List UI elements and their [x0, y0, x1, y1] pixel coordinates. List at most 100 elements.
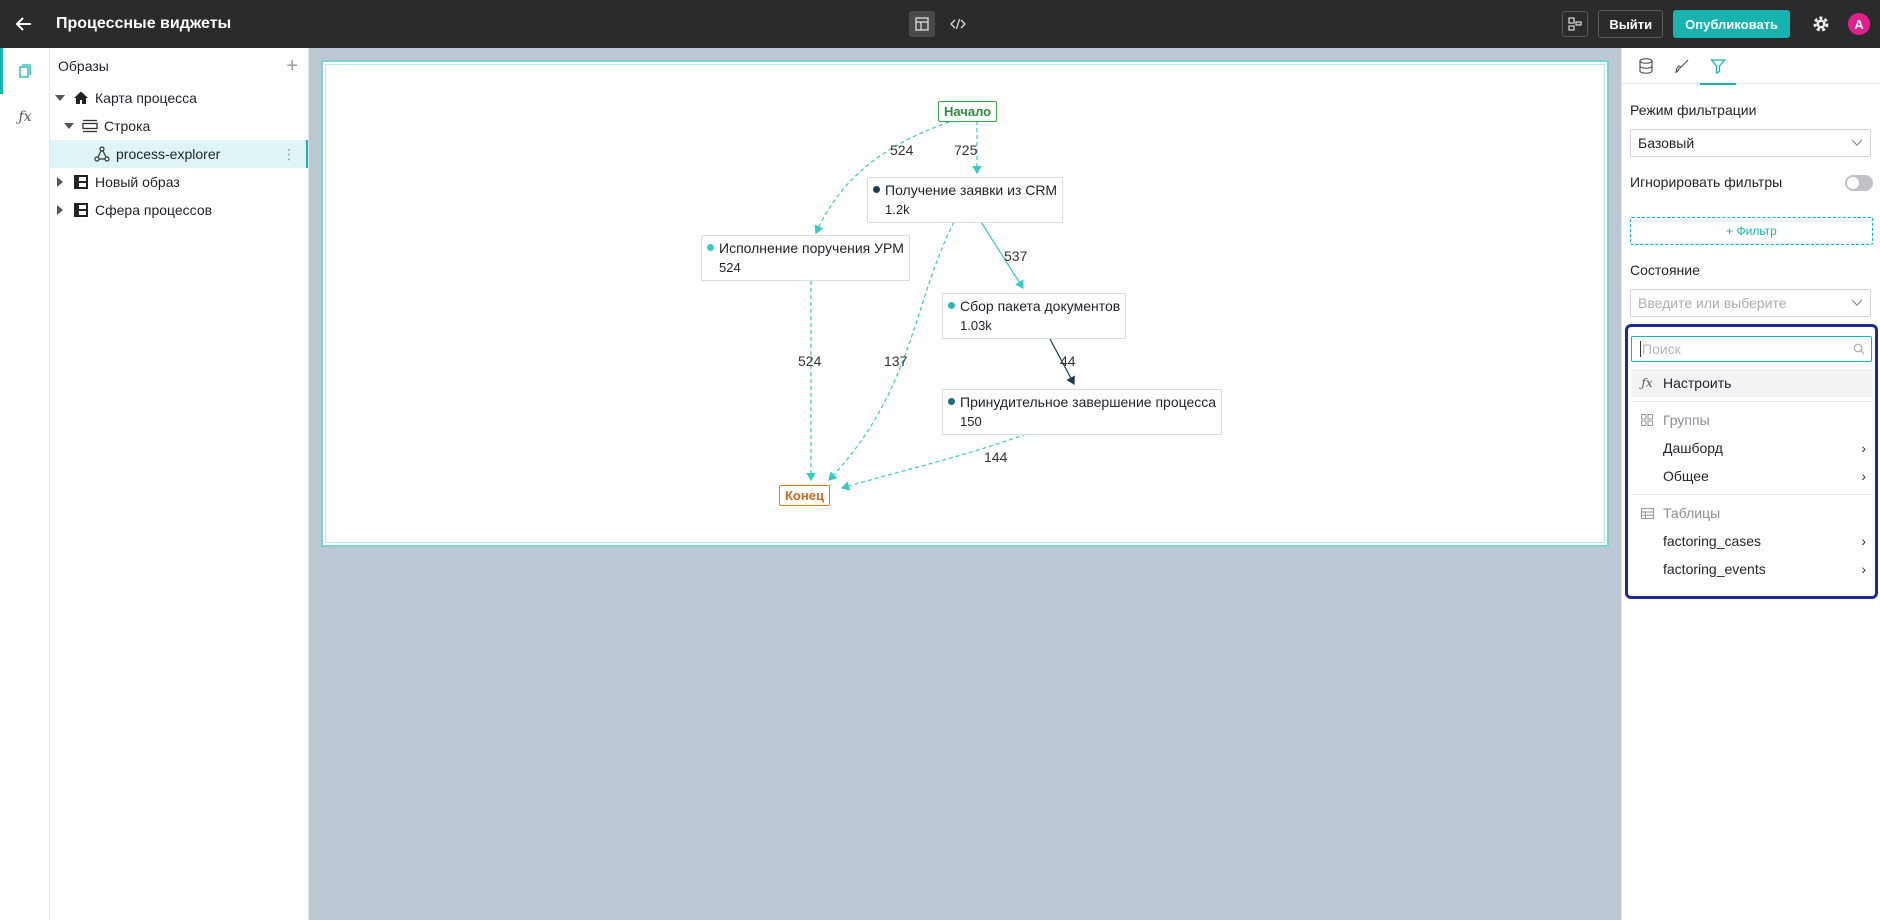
view-toggle: [909, 11, 971, 37]
state-placeholder: Введите или выберите: [1638, 295, 1787, 311]
arrow-left-icon: [15, 17, 31, 31]
edge-label: 524: [798, 353, 822, 369]
divider: [1631, 401, 1872, 402]
state-dropdown: Поиск ƒx Настроить Группы Дашборд › Обще…: [1625, 324, 1878, 599]
pages-icon: [19, 64, 31, 78]
ignore-filters-label: Игнорировать фильтры: [1630, 174, 1783, 190]
add-filter-button[interactable]: + Фильтр: [1630, 217, 1873, 245]
group-option-general[interactable]: Общее ›: [1631, 462, 1872, 490]
panel-tabs: [1622, 48, 1880, 85]
filter-icon: [1710, 59, 1726, 74]
tree-item-label: process-explorer: [116, 146, 221, 162]
layout-icon: [915, 17, 929, 31]
canvas-area: Начало Получение заявки из CRM 1.2k Испо…: [309, 48, 1621, 920]
database-icon: [1639, 58, 1653, 74]
status-dot: [948, 302, 955, 309]
exit-button[interactable]: Выйти: [1598, 10, 1664, 38]
table-icon: [1635, 507, 1659, 519]
start-node[interactable]: Начало: [938, 101, 998, 122]
code-view-button[interactable]: [945, 11, 971, 37]
tab-style[interactable]: [1664, 48, 1700, 84]
table-option-factoring-cases[interactable]: factoring_cases ›: [1631, 527, 1872, 555]
add-image-button[interactable]: +: [286, 56, 298, 76]
state-label: Состояние: [1630, 262, 1700, 278]
chevron-right-icon: ›: [1861, 468, 1866, 484]
option-label: Настроить: [1663, 375, 1732, 391]
graph-node[interactable]: Принудительное завершение процесса 150: [942, 389, 1223, 435]
ignore-filters-toggle[interactable]: [1845, 175, 1873, 191]
brush-icon: [1674, 59, 1689, 73]
status-dot: [948, 398, 955, 405]
node-label: Получение заявки из CRM: [885, 182, 1058, 198]
graph-node[interactable]: Сбор пакета документов 1.03k: [942, 293, 1127, 339]
node-count: 150: [960, 414, 982, 429]
configure-option[interactable]: ƒx Настроить: [1631, 369, 1872, 397]
chevron-down-icon[interactable]: [64, 123, 74, 129]
groups-header: Группы: [1631, 406, 1872, 434]
tree-item-process-map[interactable]: Карта процесса: [50, 84, 308, 112]
top-bar: Процессные виджеты Выйти Опубликовать A: [0, 0, 1880, 48]
node-count: 1.03k: [960, 318, 992, 333]
row-layout-icon: [82, 118, 98, 134]
app-title: Процессные виджеты: [56, 15, 232, 32]
group-option-dashboard[interactable]: Дашборд ›: [1631, 434, 1872, 462]
search-input[interactable]: Поиск: [1631, 336, 1872, 362]
filter-mode-value: Базовый: [1638, 135, 1695, 151]
tree-item-label: Карта процесса: [95, 90, 197, 106]
state-select[interactable]: Введите или выберите: [1630, 289, 1871, 317]
edge-label: 144: [984, 449, 1008, 465]
chevron-right-icon[interactable]: [57, 205, 63, 215]
edge-label: 537: [1004, 248, 1028, 264]
option-label: Общее: [1663, 468, 1709, 484]
edge-label: 524: [890, 142, 914, 158]
tab-filter[interactable]: [1700, 48, 1736, 85]
structure-button[interactable]: [1562, 11, 1589, 37]
node-label: Принудительное завершение процесса: [960, 394, 1217, 410]
status-dot: [873, 186, 880, 193]
option-label: Дашборд: [1663, 440, 1723, 456]
rail-item-formulas[interactable]: ƒx: [0, 94, 50, 140]
chevron-down-icon: [1851, 139, 1863, 146]
end-node[interactable]: Конец: [779, 485, 830, 506]
tab-data[interactable]: [1628, 48, 1664, 84]
node-label: Сбор пакета документов: [960, 298, 1121, 314]
filter-mode-select[interactable]: Базовый: [1630, 129, 1871, 157]
process-explorer-widget[interactable]: Начало Получение заявки из CRM 1.2k Испо…: [321, 60, 1609, 547]
node-count: 1.2k: [885, 202, 910, 217]
chevron-right-icon: ›: [1861, 440, 1866, 456]
properties-panel: Режим фильтрации Базовый Игнорировать фи…: [1621, 48, 1880, 920]
tree-item-new-image[interactable]: Новый образ: [50, 168, 308, 196]
search-icon: [1853, 343, 1865, 355]
option-label: factoring_cases: [1663, 533, 1762, 549]
more-vertical-icon[interactable]: ⋮: [282, 146, 296, 163]
edge-label: 725: [954, 142, 978, 158]
tree-title: Образы: [58, 58, 109, 74]
node-label: Исполнение поручения УРМ: [719, 240, 904, 256]
chevron-down-icon: [1851, 299, 1863, 306]
avatar[interactable]: A: [1848, 13, 1870, 35]
edge-label: 44: [1060, 353, 1076, 369]
back-button[interactable]: [0, 0, 48, 48]
code-icon: [950, 18, 966, 30]
grid-icon: [1635, 414, 1659, 426]
tree-item-process-explorer[interactable]: process-explorer ⋮: [50, 140, 308, 168]
dashboard-icon: [73, 202, 89, 218]
rail-item-images[interactable]: [0, 48, 50, 94]
chevron-right-icon[interactable]: [57, 177, 63, 187]
settings-button[interactable]: [1810, 13, 1832, 35]
home-icon: [73, 90, 89, 106]
tree-item-row[interactable]: Строка: [50, 112, 308, 140]
dashboard-icon: [73, 174, 89, 190]
design-view-button[interactable]: [909, 11, 935, 37]
edge-label: 137: [884, 353, 908, 369]
tree-header: Образы +: [50, 48, 308, 84]
tree-item-process-sphere[interactable]: Сфера процессов: [50, 196, 308, 224]
tree-item-label: Строка: [104, 118, 151, 134]
graph-node[interactable]: Исполнение поручения УРМ 524: [701, 235, 910, 281]
status-dot: [707, 244, 714, 251]
table-option-factoring-events[interactable]: factoring_events ›: [1631, 555, 1872, 583]
publish-button[interactable]: Опубликовать: [1673, 10, 1790, 38]
chevron-down-icon[interactable]: [55, 95, 65, 101]
graph-node[interactable]: Получение заявки из CRM 1.2k: [867, 177, 1064, 223]
tree-item-label: Новый образ: [95, 174, 180, 190]
